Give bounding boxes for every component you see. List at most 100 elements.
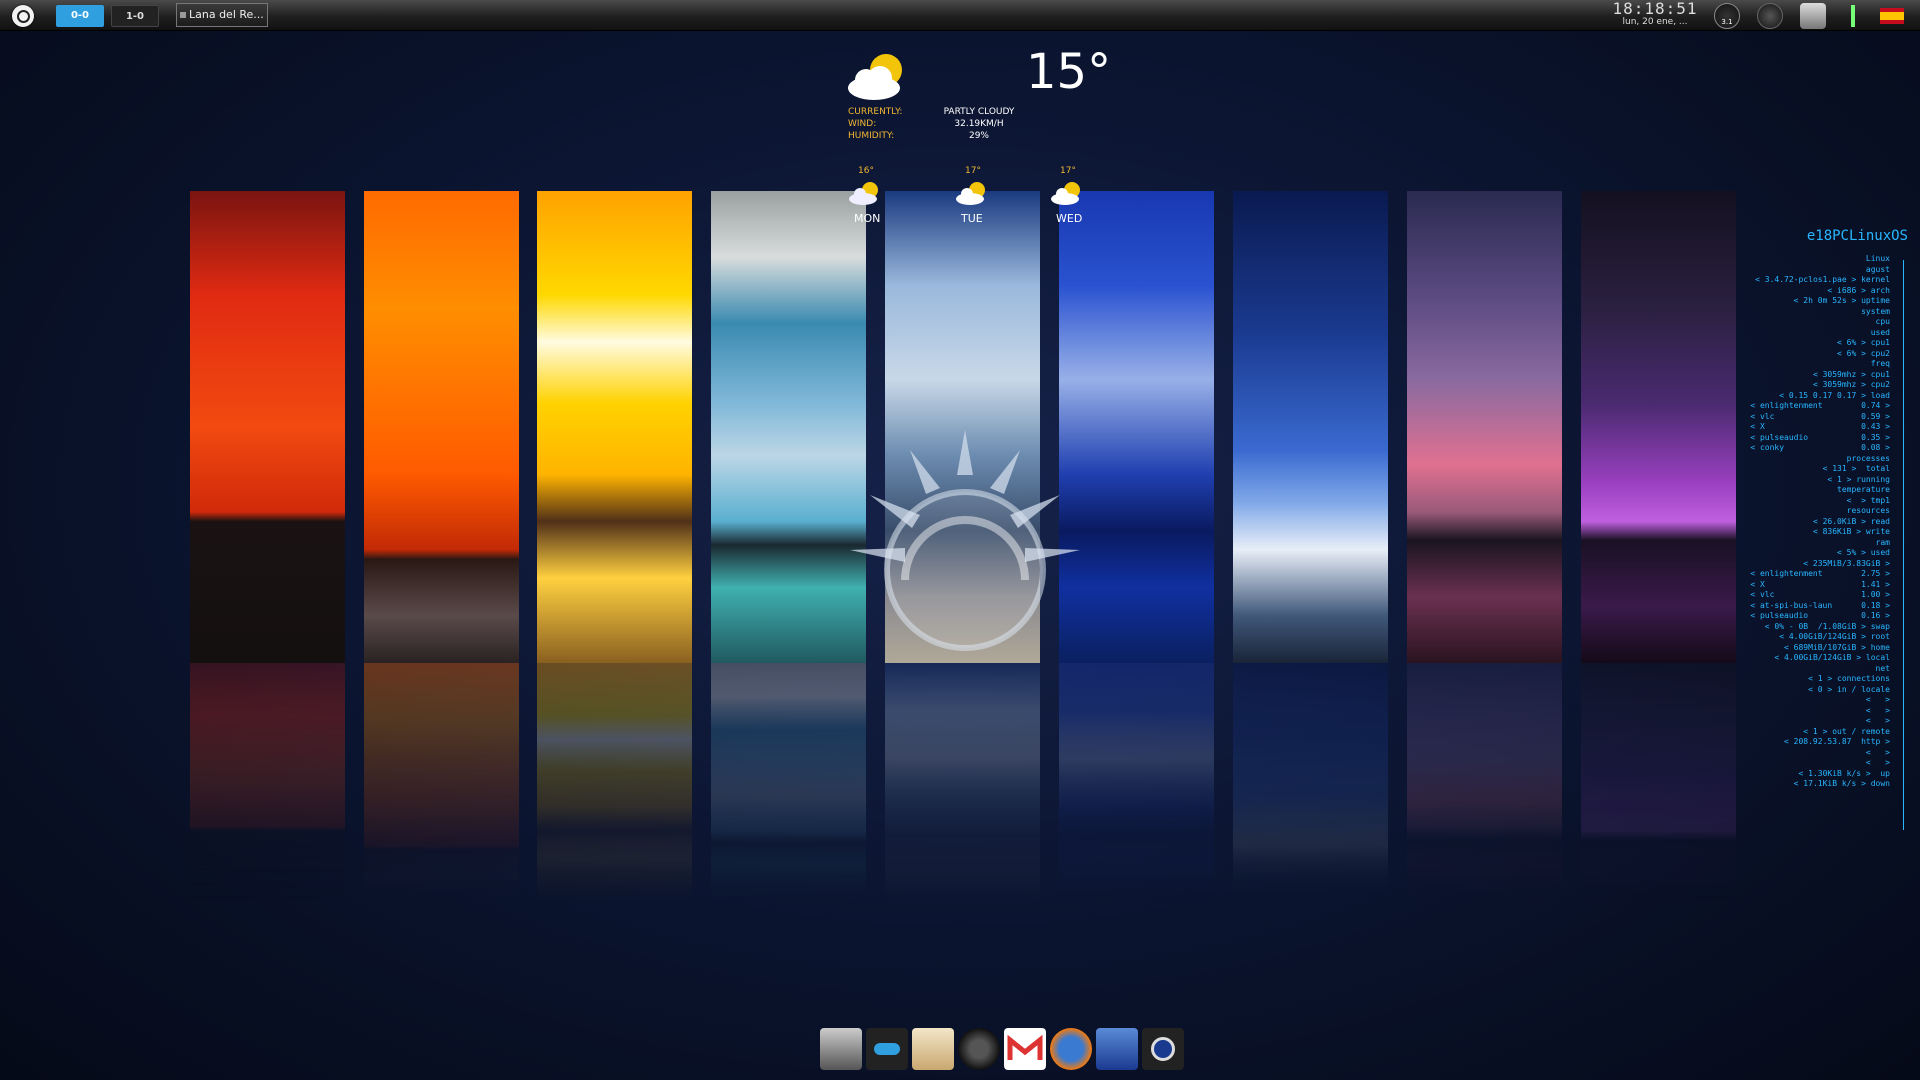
conky-line: < 3.4.72-pclos1.pae > kernel <box>1755 275 1890 284</box>
wallpaper-strip-blue <box>1059 191 1214 663</box>
toggle-switch-graphic <box>874 1043 900 1055</box>
conky-line: < 6% > cpu2 <box>1837 348 1890 358</box>
conky-hostname: e18PCLinuxOS <box>1806 228 1908 244</box>
camera-lens-graphic <box>1151 1037 1175 1061</box>
conky-line: agust <box>1865 264 1890 274</box>
conky-line: < 836KiB > write <box>1812 527 1890 536</box>
weather-values: PARTLY CLOUDY 32.19KM/H 29% <box>932 106 1026 142</box>
conky-line: < > <box>1865 695 1890 704</box>
conky-line: < 1 > connections <box>1808 674 1890 683</box>
desktop-switch-1-0[interactable]: 1-0 <box>111 5 159 27</box>
current-temperature: 15° <box>1026 44 1112 100</box>
condition-value: PARTLY CLOUDY <box>943 107 1015 117</box>
taskbar-window-button[interactable]: Lana del Re... <box>176 3 268 27</box>
conky-line: cpu <box>1875 317 1890 326</box>
wallpaper-strip-cyan <box>711 191 866 663</box>
conky-line: < 3059mhz > cpu2 <box>1812 380 1890 389</box>
forecast-day: 16° MON <box>848 166 908 225</box>
conky-line: < X 1.41 > <box>1750 579 1890 589</box>
conky-line: < vlc 0.59 > <box>1750 411 1890 421</box>
partly-cloudy-icon <box>956 182 985 205</box>
conky-system-monitor: e18PCLinuxOS Linux agust < 3.4.72-pclos1.p… <box>1690 228 1912 878</box>
conky-line: < > <box>1865 705 1890 715</box>
gmail-m-glyph <box>1007 1034 1043 1060</box>
conky-line: < vlc 1.00 > <box>1750 590 1890 599</box>
conky-line: < 1 > running <box>1827 474 1890 484</box>
conky-line: < enlightenment 2.75 > <box>1750 569 1890 578</box>
conky-line: processes <box>1846 453 1890 463</box>
conky-line: < 208.92.53.87 http > <box>1784 737 1890 746</box>
wallpaper-reflection <box>885 663 1040 903</box>
forecast-day-label: MON <box>854 212 881 225</box>
taskbar-window-label: Lana del Re... <box>189 8 264 21</box>
conky-line: < 131 > total <box>1822 464 1890 473</box>
settings-toggle-icon[interactable] <box>866 1028 908 1070</box>
text-editor-icon[interactable] <box>912 1028 954 1070</box>
conky-line: < 689MiB/107GiB > home <box>1784 642 1890 652</box>
conky-line: freq <box>1870 359 1890 368</box>
conky-line: < 1 > out / remote <box>1803 726 1890 736</box>
speaker-icon[interactable] <box>958 1028 1000 1070</box>
mixer-icon[interactable] <box>1757 3 1783 29</box>
dock <box>820 1028 1188 1074</box>
wallpaper-reflection <box>711 663 866 903</box>
currently-label: CURRENTLY: <box>848 107 903 117</box>
conky-line: < 0% - 0B /1.08GiB > swap <box>1764 621 1890 631</box>
conky-line: temperature <box>1837 485 1890 494</box>
partly-cloudy-icon <box>848 54 902 100</box>
weather-labels: CURRENTLY: WIND: HUMIDITY: <box>848 106 902 142</box>
gmail-icon[interactable] <box>1004 1028 1046 1070</box>
wallpaper-strip-yellow <box>537 191 692 663</box>
top-panel: 0-0 1-0 Lana del Re... 18:18:51 lun, 20 … <box>0 0 1920 31</box>
conky-line: < > <box>1865 716 1890 725</box>
firefox-icon[interactable] <box>1050 1028 1092 1070</box>
wind-label: WIND: <box>848 119 877 129</box>
forecast-day: 17° TUE <box>955 166 1015 225</box>
window-icon <box>180 12 186 18</box>
conky-line: < 3059mhz > cpu1 <box>1812 369 1890 379</box>
wallpaper-reflection <box>1407 663 1562 903</box>
conky-line: < > <box>1865 747 1890 757</box>
wallpaper-reflection <box>1059 663 1214 903</box>
wallpaper-strip-pink <box>1407 191 1562 663</box>
wind-value: 32.19KM/H <box>954 119 1004 129</box>
conky-line: < conky 0.08 > <box>1750 443 1890 452</box>
clock-time: 18:18:51 <box>1612 0 1698 18</box>
conky-line: < i686 > arch <box>1827 285 1890 295</box>
forecast-temp: 17° <box>965 166 981 176</box>
font-tool-icon[interactable] <box>1096 1028 1138 1070</box>
conky-line: < at-spi-bus-laun 0.18 > <box>1750 600 1890 610</box>
forecast-temp: 17° <box>1060 166 1076 176</box>
conky-line: < 17.1KiB k/s > down <box>1793 779 1890 788</box>
conky-line: < 0 > in / locale <box>1808 684 1890 694</box>
conky-line: < 1.30KiB k/s > up <box>1798 768 1890 778</box>
conky-line: < 26.0KiB > read <box>1812 516 1890 526</box>
conky-line: < enlightenment 0.74 > <box>1750 401 1890 410</box>
distro-logo-icon <box>850 430 1080 651</box>
cpu-gauge-icon[interactable]: 3.1 <box>1714 3 1740 29</box>
clock[interactable]: 18:18:51 lun, 20 ene, ... <box>1612 1 1698 28</box>
spain-flag-icon[interactable] <box>1880 8 1904 24</box>
humidity-value: 29% <box>968 131 989 141</box>
battery-icon[interactable] <box>1851 5 1855 27</box>
conky-line: used <box>1870 327 1890 337</box>
wallpaper-strip-navy <box>1233 191 1388 663</box>
conky-line: system <box>1861 306 1890 316</box>
conky-line: < 4.00GiB/124GiB > root <box>1779 632 1890 641</box>
conky-line: < > tmp1 <box>1846 495 1890 505</box>
wallpaper-reflection <box>190 663 345 903</box>
wallpaper-strip-orange <box>364 191 519 663</box>
file-manager-icon[interactable] <box>820 1028 862 1070</box>
conky-line: < 5% > used <box>1837 548 1890 557</box>
conky-line: < > <box>1865 758 1890 767</box>
forecast-day: 17° WED <box>1050 166 1110 225</box>
conky-line: < 4.00GiB/124GiB > local <box>1774 653 1890 662</box>
desktop-switch-0-0[interactable]: 0-0 <box>56 5 104 27</box>
start-menu-button[interactable] <box>12 5 34 27</box>
conky-tree-line <box>1903 260 1904 830</box>
trash-icon[interactable] <box>1800 3 1826 29</box>
wallpaper-reflection <box>364 663 519 903</box>
camera-icon[interactable] <box>1142 1028 1184 1070</box>
forecast-day-label: WED <box>1056 212 1083 225</box>
conky-line: < 2h 0m 52s > uptime <box>1793 296 1890 305</box>
